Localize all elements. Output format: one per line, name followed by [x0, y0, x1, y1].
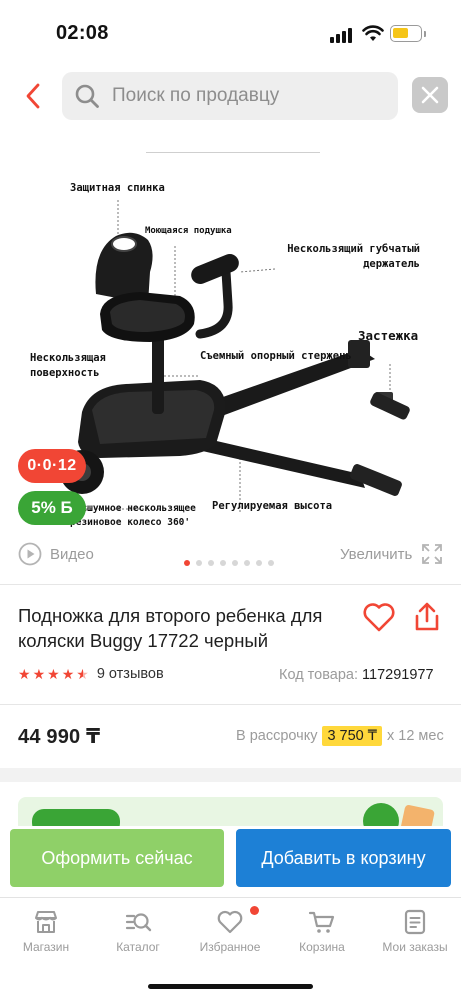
zoom-label: Увеличить — [340, 545, 413, 563]
search-icon — [75, 84, 99, 108]
gallery-dot[interactable] — [256, 560, 262, 566]
star-icon: ★ — [18, 666, 31, 682]
gallery-dot[interactable] — [220, 560, 226, 566]
gallery-dot[interactable] — [184, 560, 190, 566]
share-icon — [415, 602, 439, 631]
product-image[interactable]: Защитная спинка Моющаяся подушка Несколь… — [30, 154, 440, 534]
add-to-cart-button[interactable]: Добавить в корзину — [236, 829, 451, 887]
home-indicator — [148, 984, 313, 989]
cart-icon — [308, 911, 335, 933]
label-handle: Нескользящий губчатый держатель — [287, 243, 420, 270]
label-height: Регулируемая высота — [212, 500, 333, 512]
divider — [0, 704, 461, 705]
product-gallery[interactable]: Защитная спинка Моющаяся подушка Несколь… — [0, 134, 461, 534]
star-icon: ★ — [61, 666, 75, 682]
tab-cart[interactable]: Корзина — [276, 898, 368, 964]
installment-prefix: В рассрочку — [236, 728, 318, 744]
star-half-icon: ★ — [76, 666, 89, 682]
star-icon: ★ — [47, 666, 60, 682]
signal-icon — [330, 27, 354, 43]
video-button[interactable]: Видео — [18, 541, 94, 567]
gallery-dot[interactable] — [208, 560, 214, 566]
battery-icon — [390, 25, 422, 42]
product-code-label: Код товара: — [279, 667, 358, 683]
chevron-left-icon — [26, 83, 40, 109]
installment-suffix: х 12 мес — [387, 728, 444, 744]
gallery-dot[interactable] — [232, 560, 238, 566]
catalog-icon — [125, 913, 152, 932]
search-box[interactable] — [62, 72, 398, 120]
shop-icon — [35, 911, 57, 933]
ride-on-board-illustration — [60, 200, 410, 512]
order-now-button[interactable]: Оформить сейчас — [10, 829, 224, 887]
label-platform: Нескользящая поверхность — [30, 352, 106, 379]
close-icon — [421, 86, 439, 104]
star-icon: ★ — [32, 666, 46, 682]
notification-dot — [250, 906, 259, 915]
product-code-value: 117291977 — [362, 667, 434, 683]
label-rod: Съемный опорный стержень — [200, 350, 352, 362]
share-button[interactable] — [412, 601, 442, 633]
price: 44 990 ₸ — [18, 726, 101, 748]
tab-label: Каталог — [116, 940, 160, 954]
clear-search-button[interactable] — [412, 77, 448, 113]
heart-icon — [217, 910, 243, 934]
tab-catalog[interactable]: Каталог — [92, 898, 184, 964]
tab-label: Магазин — [22, 940, 70, 954]
label-backrest: Защитная спинка — [70, 182, 165, 194]
status-bar: 02:08 — [0, 0, 461, 64]
product-code: Код товара: 117291977 — [279, 667, 434, 683]
label-cushion: Моющаяся подушка — [145, 226, 232, 236]
gallery-dot[interactable] — [244, 560, 250, 566]
product-page: 02:08 Поиск по продавцу Защитная спинка … — [0, 0, 461, 999]
tab-label: Корзина — [299, 940, 345, 954]
gallery-dots[interactable] — [184, 560, 274, 566]
rating-row[interactable]: ★ ★ ★ ★ ★ 9 отзывов — [18, 666, 164, 682]
divider — [146, 152, 320, 153]
gallery-dot[interactable] — [268, 560, 274, 566]
divider — [0, 584, 461, 585]
installment-info[interactable]: В рассрочку 3 750 ₸ х 12 мес — [236, 726, 444, 746]
play-circle-icon — [18, 542, 42, 566]
section-separator — [0, 768, 461, 782]
timer-badge: 0·0·12 — [18, 449, 86, 483]
wifi-icon — [362, 25, 384, 41]
status-time: 02:08 — [56, 22, 109, 44]
orders-icon — [404, 909, 426, 935]
tab-label: Избранное — [199, 940, 261, 954]
action-bar: Оформить сейчас Добавить в корзину — [0, 826, 461, 898]
search-input[interactable] — [112, 72, 392, 120]
zoom-button[interactable]: Увеличить — [340, 541, 444, 567]
reviews-count: 9 отзывов — [96, 666, 164, 682]
heart-icon — [363, 603, 395, 632]
tab-label: Мои заказы — [382, 940, 448, 954]
product-title: Подножка для второго ребенка для коляски… — [18, 605, 323, 651]
expand-icon — [422, 544, 443, 564]
video-label: Видео — [50, 545, 94, 563]
tab-orders[interactable]: Мои заказы — [369, 898, 461, 964]
tab-favorites[interactable]: Избранное — [184, 898, 276, 964]
bonus-badge: 5% Б — [18, 491, 86, 525]
favorite-button[interactable] — [362, 601, 396, 633]
label-clasp: Застежка — [358, 328, 419, 343]
back-button[interactable] — [14, 76, 52, 116]
gallery-dot[interactable] — [196, 560, 202, 566]
installment-amount: 3 750 ₸ — [322, 726, 382, 746]
tab-shop[interactable]: Магазин — [0, 898, 92, 964]
